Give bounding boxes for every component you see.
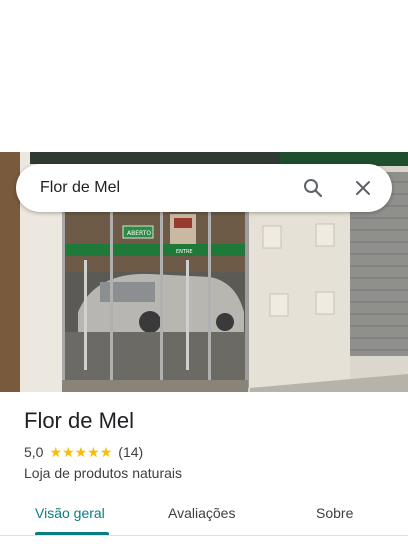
place-title: Flor de Mel bbox=[24, 408, 135, 433]
star-icon: ★ bbox=[99, 444, 113, 460]
rating-value: 5,0 bbox=[24, 444, 44, 460]
tab-about[interactable]: Sobre bbox=[316, 505, 353, 521]
sign-open: ABERTO bbox=[127, 230, 151, 237]
sign-enter: ENTRE bbox=[176, 249, 193, 255]
star-icon: ★ bbox=[87, 444, 100, 460]
tab-reviews[interactable]: Avaliações bbox=[168, 505, 235, 521]
star-rating: ★ ★ ★ ★ ★ bbox=[49, 445, 112, 459]
star-icon: ★ bbox=[74, 444, 88, 460]
tab-overview[interactable]: Visão geral bbox=[35, 505, 105, 521]
place-tabs: Visão geral Avaliações Sobre bbox=[0, 494, 408, 536]
search-input[interactable]: Flor de Mel bbox=[40, 179, 302, 197]
place-category[interactable]: Loja de produtos naturais bbox=[24, 465, 182, 481]
search-bar[interactable]: Flor de Mel bbox=[16, 164, 392, 212]
star-icon: ★ bbox=[49, 444, 63, 460]
map-blank-area bbox=[0, 0, 408, 152]
rating-row[interactable]: 5,0 ★ ★ ★ ★ ★ (14) bbox=[24, 444, 143, 460]
close-icon[interactable] bbox=[352, 177, 374, 199]
star-icon: ★ bbox=[62, 444, 75, 460]
tab-divider bbox=[0, 535, 408, 536]
search-icon[interactable] bbox=[302, 177, 324, 199]
review-count[interactable]: (14) bbox=[118, 444, 143, 460]
